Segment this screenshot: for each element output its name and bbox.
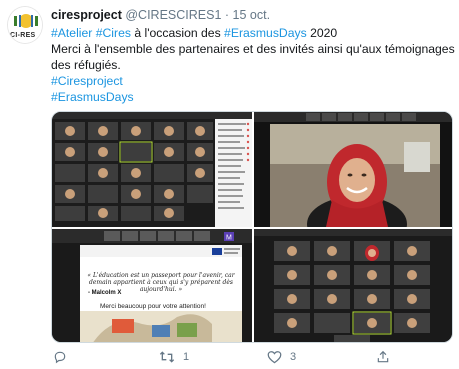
hashtag-erasmusdays[interactable]: #ErasmusDays [51, 89, 451, 105]
share-button[interactable] [376, 349, 390, 365]
like-count: 3 [290, 351, 297, 363]
media-photo-4[interactable] [254, 229, 452, 342]
tweet-line-1-year: 2020 [306, 26, 338, 40]
tweet-text: #Atelier #Cires à l'occasion des #Erasmu… [51, 25, 455, 105]
retweet-count: 1 [183, 351, 190, 363]
retweet-button[interactable]: 1 [159, 349, 189, 365]
media-photo-3[interactable]: M « L'éducation est un passeport pour l'… [52, 229, 252, 342]
reply-icon [54, 351, 66, 364]
retweet-icon [159, 351, 175, 363]
tweet-line-1: #Atelier #Cires à l'occasion des #Erasmu… [51, 25, 451, 41]
media-photo-1[interactable] [52, 112, 252, 227]
reply-button[interactable] [53, 349, 67, 365]
avatar-logo-text: CI-RES [10, 32, 36, 39]
tweet-line-2: Merci à l'ensemble des partenaires et de… [51, 42, 455, 56]
tweet-action-bar: 1 3 [51, 349, 451, 365]
tweet-line-3: des réfugiés. [51, 58, 121, 72]
tweet-header: ciresproject @CIRESCIRES1 · 15 oct. [51, 8, 270, 22]
media-photo-2[interactable] [254, 112, 452, 227]
slide-thanks-text: Merci beaucoup pour votre attention! [100, 303, 206, 310]
like-icon [267, 351, 282, 364]
like-button[interactable]: 3 [267, 349, 296, 365]
user-handle[interactable]: @CIRESCIRES1 [125, 8, 221, 22]
video-call-gallery-image [52, 112, 252, 227]
hashtag-erasmusdays-inline[interactable]: #ErasmusDays [224, 26, 307, 40]
profile-avatar[interactable]: CI-RES [7, 6, 43, 44]
speaker-video-image [254, 112, 452, 227]
hashtag-atelier[interactable]: #Atelier [51, 26, 92, 40]
video-call-gallery-image-2 [254, 229, 452, 342]
svg-text:M: M [226, 235, 232, 242]
media-grid: M « L'éducation est un passeport pour l'… [51, 111, 453, 343]
hashtag-cires[interactable]: #Cires [96, 26, 131, 40]
share-icon [377, 350, 389, 363]
hashtag-ciresproject[interactable]: #Ciresproject [51, 73, 451, 89]
display-name[interactable]: ciresproject [51, 8, 122, 22]
slide-quote-author: - Malcolm X [88, 290, 122, 296]
tweet-date[interactable]: 15 oct. [233, 8, 271, 22]
tweet-line-1-text: à l'occasion des [130, 26, 225, 40]
separator-dot: · [224, 8, 230, 22]
